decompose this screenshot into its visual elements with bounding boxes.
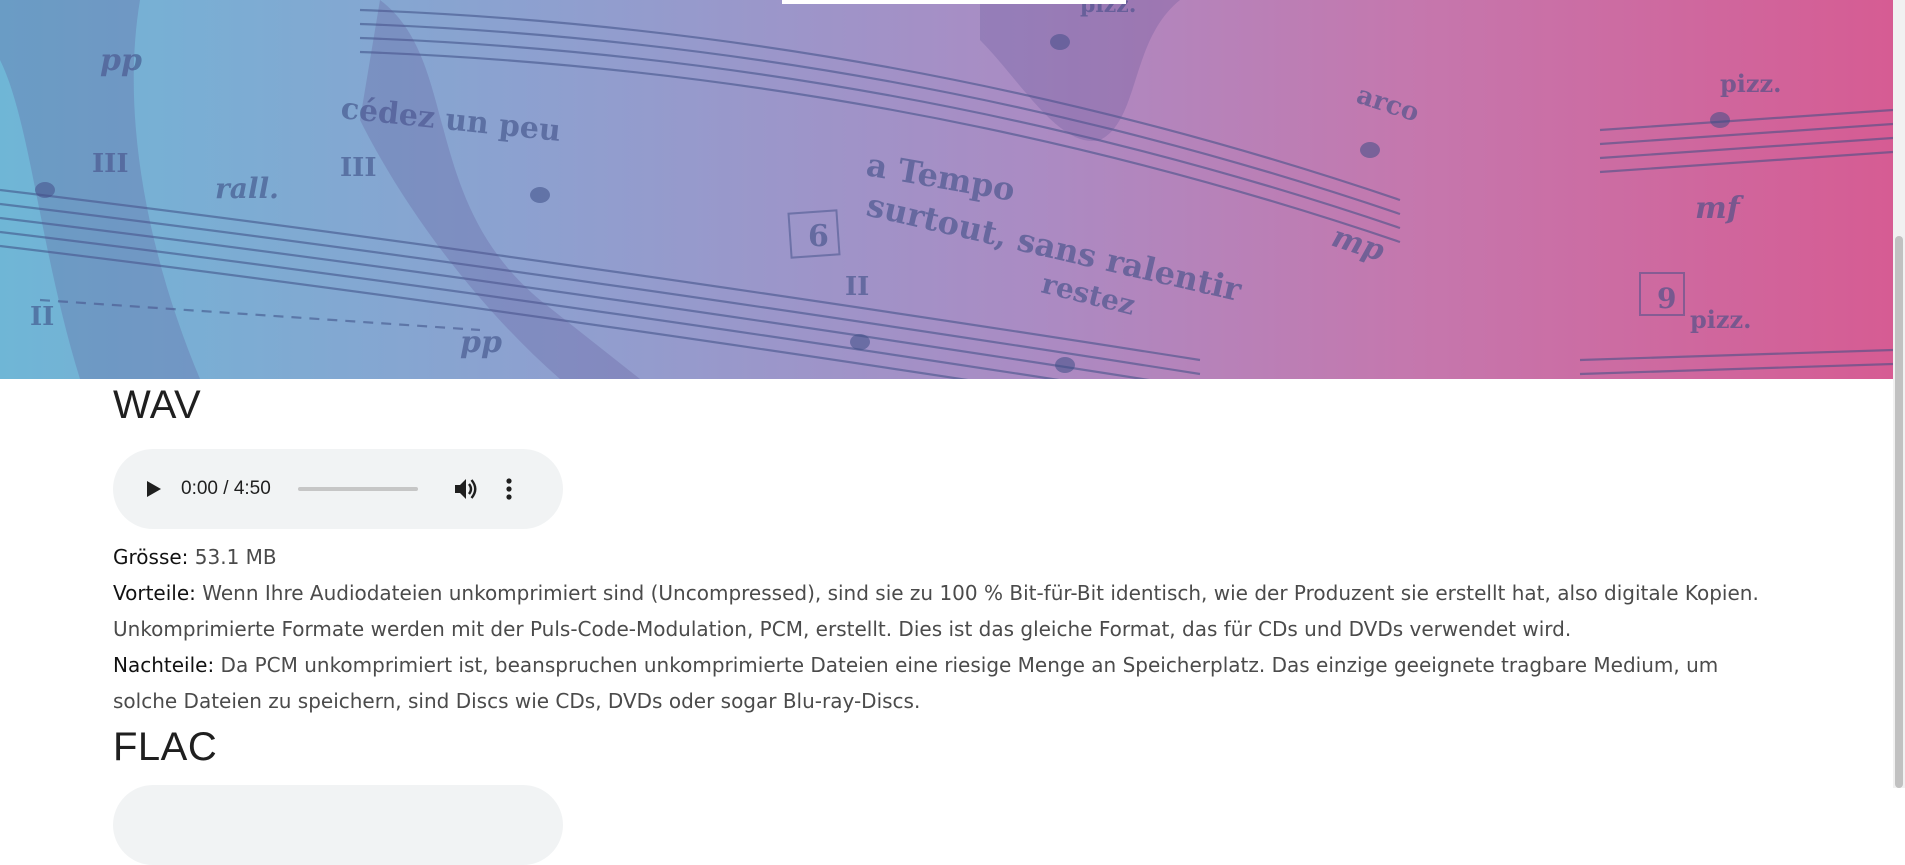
- seek-slider[interactable]: [297, 487, 418, 491]
- cons-label: Nachteile:: [113, 653, 215, 677]
- audio-player-flac[interactable]: [113, 785, 563, 865]
- size-value: 53.1 MB: [188, 545, 277, 569]
- page-scrollbar[interactable]: [1893, 0, 1905, 788]
- audio-player-wav[interactable]: 0:00 / 4:50: [113, 449, 563, 529]
- size-label: Grösse:: [113, 545, 189, 569]
- more-vertical-icon: [506, 478, 512, 500]
- hero-text-14: 6: [808, 219, 829, 254]
- section-heading-wav: WAV: [113, 383, 202, 427]
- main-content: WAV 0:00 / 4:50 Grösse: 53.1 MB Vorteile…: [113, 379, 1763, 865]
- pros-label: Vorteile:: [113, 581, 196, 605]
- hero-text-15: 9: [1657, 282, 1676, 315]
- volume-button[interactable]: [451, 474, 481, 504]
- volume-icon: [454, 479, 477, 499]
- wav-details: Grösse: 53.1 MB Vorteile: Wenn Ihre Audi…: [113, 539, 1763, 719]
- hero-text-8: pizz.: [1690, 305, 1752, 334]
- cons-text: Da PCM unkomprimiert ist, beanspruchen u…: [113, 653, 1719, 713]
- hero-text-19: II: [845, 272, 869, 302]
- play-icon: [147, 481, 161, 497]
- hero-text-7: pizz.: [1720, 69, 1782, 98]
- hero-text-18: II: [30, 302, 54, 332]
- hero-banner: cédez un peu a Tempo surtout, sans ralen…: [0, 0, 1893, 379]
- pros-text: Wenn Ihre Audiodateien unkomprimiert sin…: [113, 581, 1759, 641]
- hero-text-13: mf: [1695, 191, 1745, 226]
- player-time-display: 0:00 / 4:50: [181, 478, 271, 499]
- cons-paragraph: Nachteile: Da PCM unkomprimiert ist, bea…: [113, 647, 1763, 719]
- play-button[interactable]: [139, 474, 169, 504]
- scrollbar-thumb[interactable]: [1895, 236, 1903, 788]
- hero-text-5: rall.: [215, 172, 279, 205]
- size-line: Grösse: 53.1 MB: [113, 539, 1763, 575]
- hero-text-11: pp: [460, 325, 502, 360]
- section-heading-flac: FLAC: [113, 725, 218, 769]
- hero-text-6: arco: [1353, 80, 1423, 128]
- hero-top-bar: [782, 0, 1126, 4]
- more-options-button[interactable]: [499, 474, 519, 504]
- hero-text-12: mp: [1328, 219, 1389, 269]
- hero-text-17: III: [340, 153, 377, 183]
- pros-paragraph: Vorteile: Wenn Ihre Audiodateien unkompr…: [113, 575, 1763, 647]
- sheet-music-background: cédez un peu a Tempo surtout, sans ralen…: [0, 0, 1893, 379]
